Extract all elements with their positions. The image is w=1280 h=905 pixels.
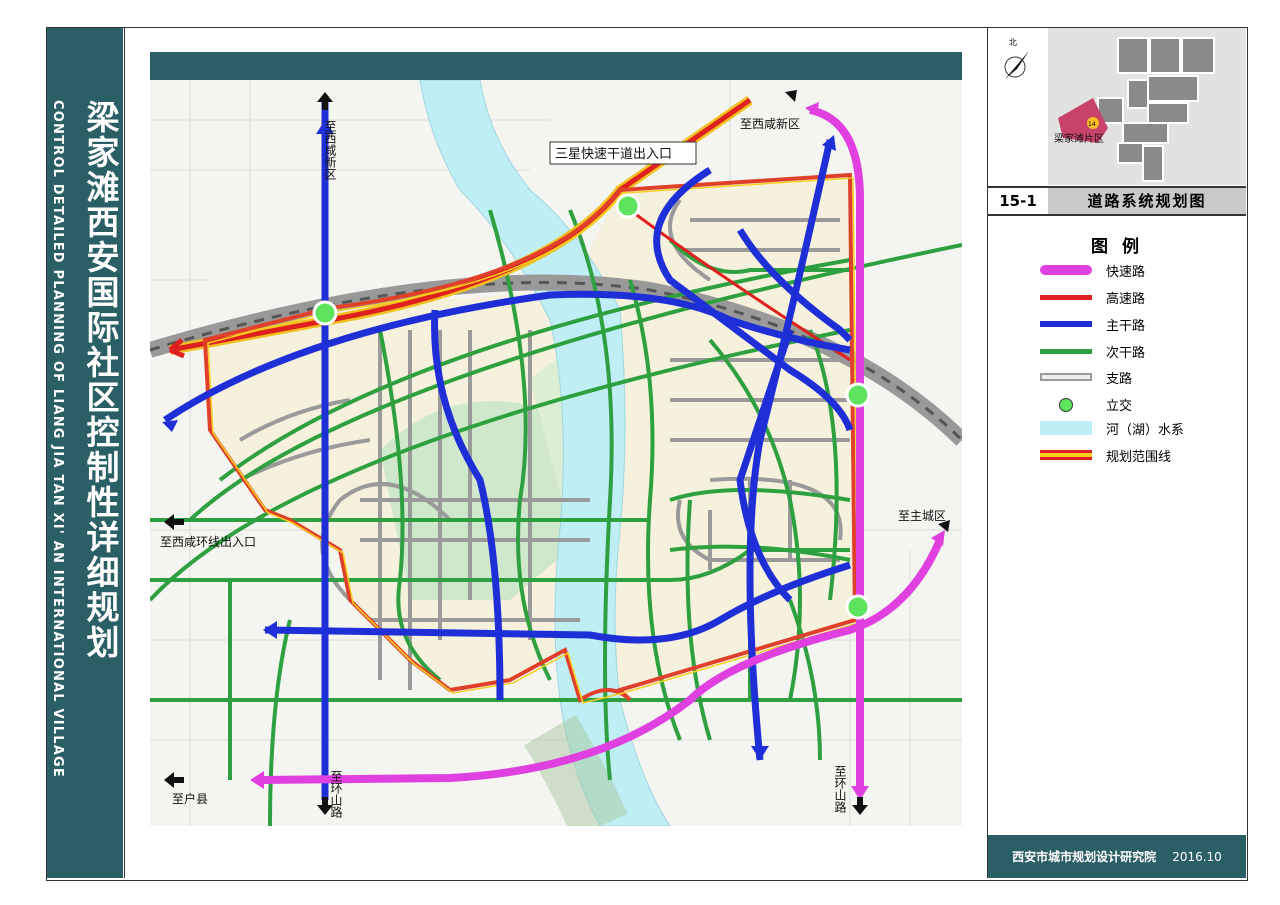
svg-text:北: 北 [1009,38,1017,47]
sheet-header: 15-1 道路系统规划图 [988,186,1246,216]
interchange-icon [845,382,871,408]
zone-number: 14 [1088,121,1096,128]
footer-org: 西安市城市规划设计研究院 [1012,850,1157,864]
sheet-number: 15-1 [999,192,1037,210]
title-english: CONTROL DETAILED PLANNING OF LIANG JIA T… [50,100,65,778]
legend-item-expressway: 快速路 [1040,260,1145,280]
interchange-icon [615,193,641,219]
title-chinese: 梁家滩西安国际社区控制性详细规划 [81,100,120,660]
legend-item-highway: 高速路 [1040,287,1145,307]
footer: 西安市城市规划设计研究院 2016.10 [988,835,1246,878]
legend-title: 图 例 [1091,237,1143,257]
area-label: 梁家滩片区 [1054,132,1104,145]
interchange-icon [845,594,871,620]
label-to-huanshan-east: 至环山路 [833,765,847,814]
legend-item-interchange: 立交 [1040,394,1132,414]
label-sanxing-exit: 三星快速干道出入口 [555,147,672,162]
interchange-icon [312,300,338,326]
legend-item-branch-road: 支路 [1040,367,1132,387]
sheet-title: 道路系统规划图 [1048,188,1246,214]
label-to-huxian: 至户县 [172,791,208,806]
north-arrow-icon: 北 [995,35,1040,85]
interchange-icon [1059,398,1073,412]
label-to-xixian-new-west: 至西咸新区 [323,120,337,180]
legend-item-trunk-road: 主干路 [1040,314,1145,334]
label-to-main-city: 至主城区 [898,509,946,523]
label-to-ring-exit: 至西咸环线出入口 [160,535,256,549]
footer-date: 2016.10 [1172,849,1222,864]
label-to-xixian-new-east: 至西咸新区 [740,116,800,131]
key-map: 14 梁家滩片区 [1048,28,1246,185]
road-system-map: 至西咸新区 至西咸新区 三星快速干道出入口 至西咸环线出入口 至主城区 至户县 … [150,80,962,826]
legend-item-secondary-road: 次干路 [1040,341,1145,361]
label-to-huanshan-west: 至环山路 [329,770,343,819]
legend-item-boundary: 规划范围线 [1040,445,1171,465]
legend-item-water: 河（湖）水系 [1040,418,1184,438]
